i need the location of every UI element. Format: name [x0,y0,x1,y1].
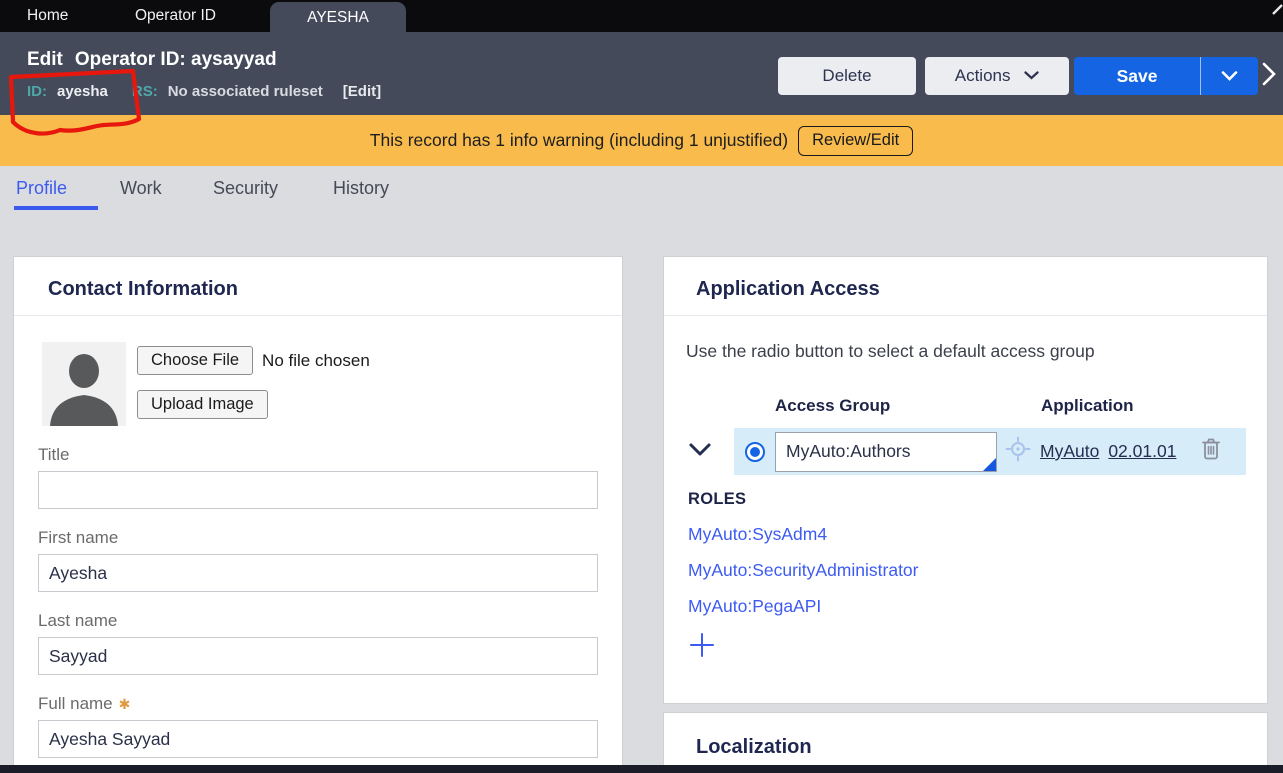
localization-title: Localization [696,736,1267,759]
active-tab-underline [14,206,98,210]
localization-card: Localization [664,713,1267,765]
last-name-label: Last name [38,611,598,631]
tab-ayesha-active[interactable]: AYESHA [270,2,406,32]
access-group-instruction: Use the radio button to select a default… [686,341,1267,362]
no-file-chosen-text: No file chosen [262,351,370,371]
expand-panel-icon[interactable] [1262,61,1276,92]
application-version-link[interactable]: 02.01.01 [1108,441,1176,462]
section-tabs: Profile Work Security History [0,166,1283,216]
record-meta: ID: ayesha RS: No associated ruleset [Edit] [27,83,381,100]
person-silhouette-icon [42,342,126,426]
save-button[interactable]: Save [1074,57,1200,95]
contact-information-card: Contact Information Choose File No file … [14,257,622,765]
chevron-down-icon [1024,71,1039,80]
save-split-button: Save [1074,57,1258,95]
warning-message: This record has 1 info warning (includin… [370,130,788,151]
top-tab-bar: Home Operator ID AYESHA [0,0,1283,32]
actions-button[interactable]: Actions [925,57,1069,95]
full-name-label: Full name ✱ [38,694,598,714]
tab-home[interactable]: Home [27,0,68,32]
application-access-card: Application Access Use the radio button … [664,257,1267,703]
add-access-group-icon[interactable] [688,631,716,664]
field-first-name: First name [38,528,598,592]
divider [664,315,1267,316]
id-label: ID: [27,83,47,100]
divider [14,315,622,316]
page-title-text: Operator ID: aysayyad [75,49,277,70]
file-controls: Choose File No file chosen Upload Image [137,342,370,426]
choose-file-button[interactable]: Choose File [137,346,253,375]
rs-value: No associated ruleset [168,83,323,100]
access-group-autocomplete [775,432,997,472]
bottom-scroll-strip[interactable] [0,765,1283,773]
role-link-security-administrator[interactable]: MyAuto:SecurityAdministrator [688,560,1267,581]
title-label: Title [38,445,598,465]
upload-image-button[interactable]: Upload Image [137,390,268,419]
photo-upload-section: Choose File No file chosen Upload Image [42,342,622,426]
avatar [42,342,126,426]
review-edit-button[interactable]: Review/Edit [798,126,913,156]
page-title: Edit Operator ID: aysayyad [27,49,277,71]
default-access-group-radio[interactable] [745,442,765,462]
field-last-name: Last name [38,611,598,675]
id-value: ayesha [57,83,108,100]
role-link-sysadm4[interactable]: MyAuto:SysAdm4 [688,524,1267,545]
field-full-name: Full name ✱ [38,694,598,758]
first-name-input[interactable] [38,554,598,592]
field-title: Title [38,445,598,509]
application-link[interactable]: MyAuto [1040,441,1099,462]
save-menu-button[interactable] [1200,57,1258,95]
warning-bar: This record has 1 info warning (includin… [0,115,1283,166]
application-access-title: Application Access [696,278,1267,301]
autocomplete-corner-icon [983,458,996,471]
target-icon[interactable] [1005,436,1031,467]
first-name-label: First name [38,528,598,548]
access-group-input[interactable] [775,432,997,472]
role-link-pegaapi[interactable]: MyAuto:PegaAPI [688,596,1267,617]
required-marker: ✱ [119,696,131,712]
last-name-input[interactable] [38,637,598,675]
tab-profile[interactable]: Profile [16,178,67,199]
full-name-label-text: Full name [38,694,113,713]
delete-button[interactable]: Delete [778,57,916,95]
full-name-input[interactable] [38,720,598,758]
tab-security[interactable]: Security [213,178,278,199]
tab-operator-id[interactable]: Operator ID [135,0,216,32]
contact-card-title: Contact Information [48,278,622,301]
ruleset-edit-link[interactable]: [Edit] [343,83,381,100]
page-title-action: Edit [27,49,63,70]
trash-icon[interactable] [1200,437,1222,466]
chevron-down-icon[interactable] [688,442,712,462]
access-group-row: MyAuto 02.01.01 [664,428,1267,475]
access-group-column-header: Access Group [775,396,890,416]
roles-heading: ROLES [688,490,1267,509]
title-input[interactable] [38,471,598,509]
selected-access-group-row: MyAuto 02.01.01 [734,428,1246,475]
rs-label: RS: [132,83,158,100]
pega-operator-edit-screen: Home Operator ID AYESHA Edit Operator ID:… [0,0,1283,773]
record-header: Edit Operator ID: aysayyad ID: ayesha RS: No… [0,32,1283,115]
chevron-down-icon [1221,71,1238,81]
application-column-header: Application [1041,396,1134,416]
actions-button-label: Actions [955,66,1011,85]
tab-history[interactable]: History [333,178,389,199]
tab-work[interactable]: Work [120,178,162,199]
corner-glyph-icon [1271,2,1283,21]
